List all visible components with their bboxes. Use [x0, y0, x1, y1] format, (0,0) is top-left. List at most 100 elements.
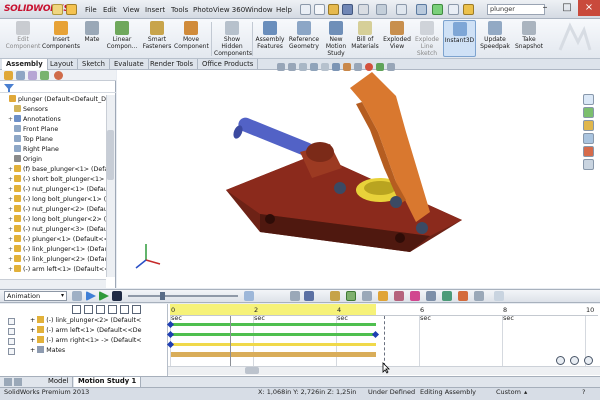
autokey-icon[interactable]: [330, 291, 340, 301]
tree-item[interactable]: + (-) nut_plunger<3> (Defaul: [8, 225, 106, 234]
design-library-icon[interactable]: [583, 107, 594, 118]
tab-render-tools[interactable]: Render Tools: [146, 59, 199, 70]
custom-properties-icon[interactable]: [583, 159, 594, 170]
study-type-select[interactable]: Animation ▾: [4, 291, 67, 301]
tab-sketch[interactable]: Sketch: [78, 59, 110, 70]
hide-show-items-icon[interactable]: [354, 63, 362, 71]
row-checkbox[interactable]: [8, 328, 15, 335]
status-units[interactable]: Custom: [496, 388, 521, 396]
tab-model[interactable]: Model: [44, 377, 74, 387]
collapse-motion-manager-icon[interactable]: [494, 291, 504, 301]
motion-tree-row[interactable]: + Mates: [30, 346, 65, 355]
tree-item[interactable]: Front Plane: [8, 125, 106, 134]
file-explorer-icon[interactable]: [583, 120, 594, 131]
zoom-to-fit-timeline-icon[interactable]: [584, 356, 593, 365]
instant3d-button[interactable]: Instant3D: [443, 20, 476, 57]
print-icon[interactable]: [358, 4, 369, 15]
row-checkbox[interactable]: [8, 318, 15, 325]
tree-item[interactable]: Origin: [8, 155, 106, 164]
filter-animated-icon[interactable]: [72, 305, 81, 314]
expand-icon[interactable]: +: [30, 317, 37, 324]
add-key-icon[interactable]: [346, 291, 356, 301]
expand-icon[interactable]: +: [30, 347, 37, 354]
select-icon[interactable]: [396, 4, 407, 15]
playback-speed-slider[interactable]: [128, 295, 238, 297]
row-checkbox[interactable]: [8, 338, 15, 345]
menu-tools[interactable]: Tools: [171, 6, 188, 14]
tree-item[interactable]: + (-) nut_plunger<2> (Defaul: [8, 205, 106, 214]
time-bar[interactable]: [230, 316, 231, 366]
expand-icon[interactable]: +: [30, 327, 37, 334]
open-icon[interactable]: [66, 4, 77, 15]
motion-study-properties-icon[interactable]: [474, 291, 484, 301]
tree-item[interactable]: + (-) long bolt_plunger<2> (I: [8, 215, 106, 224]
file-properties-icon[interactable]: [448, 4, 459, 15]
tree-item[interactable]: Sensors: [8, 105, 106, 114]
maximize-button[interactable]: □: [556, 0, 578, 16]
zoom-to-area-icon[interactable]: [288, 63, 296, 71]
tree-vertical-scrollbar[interactable]: [106, 95, 115, 277]
new-motion-study-button[interactable]: New Motion Study: [324, 21, 348, 57]
tab-office-products[interactable]: Office Products: [198, 59, 259, 70]
calculate-icon[interactable]: [72, 291, 82, 301]
view-settings-icon[interactable]: [387, 63, 395, 71]
spring-icon[interactable]: [378, 291, 388, 301]
insert-components-button[interactable]: Insert Components: [42, 21, 80, 50]
update-speedpak-button[interactable]: Update Speedpak: [478, 21, 512, 50]
chevron-up-icon[interactable]: ▴: [524, 388, 527, 396]
tree-item[interactable]: + (-) long bolt_plunger<1> (I: [8, 195, 106, 204]
apply-scene-icon[interactable]: [376, 63, 384, 71]
help-icon[interactable]: ?: [582, 388, 585, 396]
filter-driving-icon[interactable]: [84, 305, 93, 314]
rebuild-icon[interactable]: [432, 4, 443, 15]
animation-wizard-icon[interactable]: [304, 291, 314, 301]
feature-manager-icon[interactable]: [4, 71, 13, 80]
save-icon[interactable]: [342, 4, 353, 15]
motor-icon[interactable]: [362, 291, 372, 301]
configuration-manager-icon[interactable]: [28, 71, 37, 80]
contact-icon[interactable]: [426, 291, 436, 301]
motion-tree-row[interactable]: + (-) arm right<1> -> (Default<: [30, 336, 142, 345]
menu-help[interactable]: Help: [276, 6, 292, 14]
display-style-icon[interactable]: [343, 63, 351, 71]
timeline-zoom-icon[interactable]: [132, 305, 141, 314]
menu-insert[interactable]: Insert: [145, 6, 165, 14]
tree-horizontal-scrollbar[interactable]: [0, 279, 106, 288]
tree-item[interactable]: + Annotations: [8, 115, 106, 124]
move-component-button[interactable]: Move Component: [174, 21, 209, 50]
mate-button[interactable]: Mate: [82, 21, 102, 43]
edit-appearance-icon[interactable]: [365, 63, 373, 71]
filter-selected-icon[interactable]: [96, 305, 105, 314]
tree-item[interactable]: + (-) link_plunger<1> (Defau: [8, 245, 106, 254]
tree-item[interactable]: + (-) arm left<1> (Default<<: [8, 265, 106, 274]
view-orientation-icon[interactable]: [332, 63, 340, 71]
previous-view-icon[interactable]: [299, 63, 307, 71]
tree-item[interactable]: Right Plane: [8, 145, 106, 154]
tab-evaluate[interactable]: Evaluate: [110, 59, 149, 70]
timeline-track-bar[interactable]: [171, 352, 376, 357]
menu-view[interactable]: View: [123, 6, 140, 14]
timeline-track-bar[interactable]: [171, 323, 376, 326]
zoom-out-icon[interactable]: [570, 356, 579, 365]
options-icon[interactable]: [463, 4, 474, 15]
scroll-right-icon[interactable]: [14, 378, 22, 386]
tree-item[interactable]: + (f) base_plunger<1> (Defau: [8, 165, 106, 174]
autokey-toggle-icon[interactable]: [120, 305, 129, 314]
plunger-assembly-model[interactable]: [200, 72, 480, 272]
tab-motion-study-1[interactable]: Motion Study 1: [74, 377, 142, 387]
reference-geometry-button[interactable]: Reference Geometry: [287, 21, 321, 50]
tree-item[interactable]: + (-) plunger<1> (Default<<: [8, 235, 106, 244]
tree-item[interactable]: + (-) nut_plunger<1> (Defaul: [8, 185, 106, 194]
tree-item[interactable]: + (-) link_plunger<2> (Defau: [8, 255, 106, 264]
new-document-icon[interactable]: [314, 4, 325, 15]
display-manager-icon[interactable]: [54, 71, 63, 80]
gravity-icon[interactable]: [442, 291, 452, 301]
exploded-view-button[interactable]: Exploded View: [383, 21, 411, 50]
save-animation-icon[interactable]: [290, 291, 300, 301]
explode-line-sketch-button[interactable]: Explode Line Sketch: [413, 21, 441, 57]
menu-window[interactable]: Window: [245, 6, 273, 14]
new-icon[interactable]: [52, 4, 63, 15]
dimxpert-icon[interactable]: [40, 71, 49, 80]
tree-item[interactable]: plunger (Default<Default_Disp: [3, 95, 106, 104]
force-icon[interactable]: [410, 291, 420, 301]
